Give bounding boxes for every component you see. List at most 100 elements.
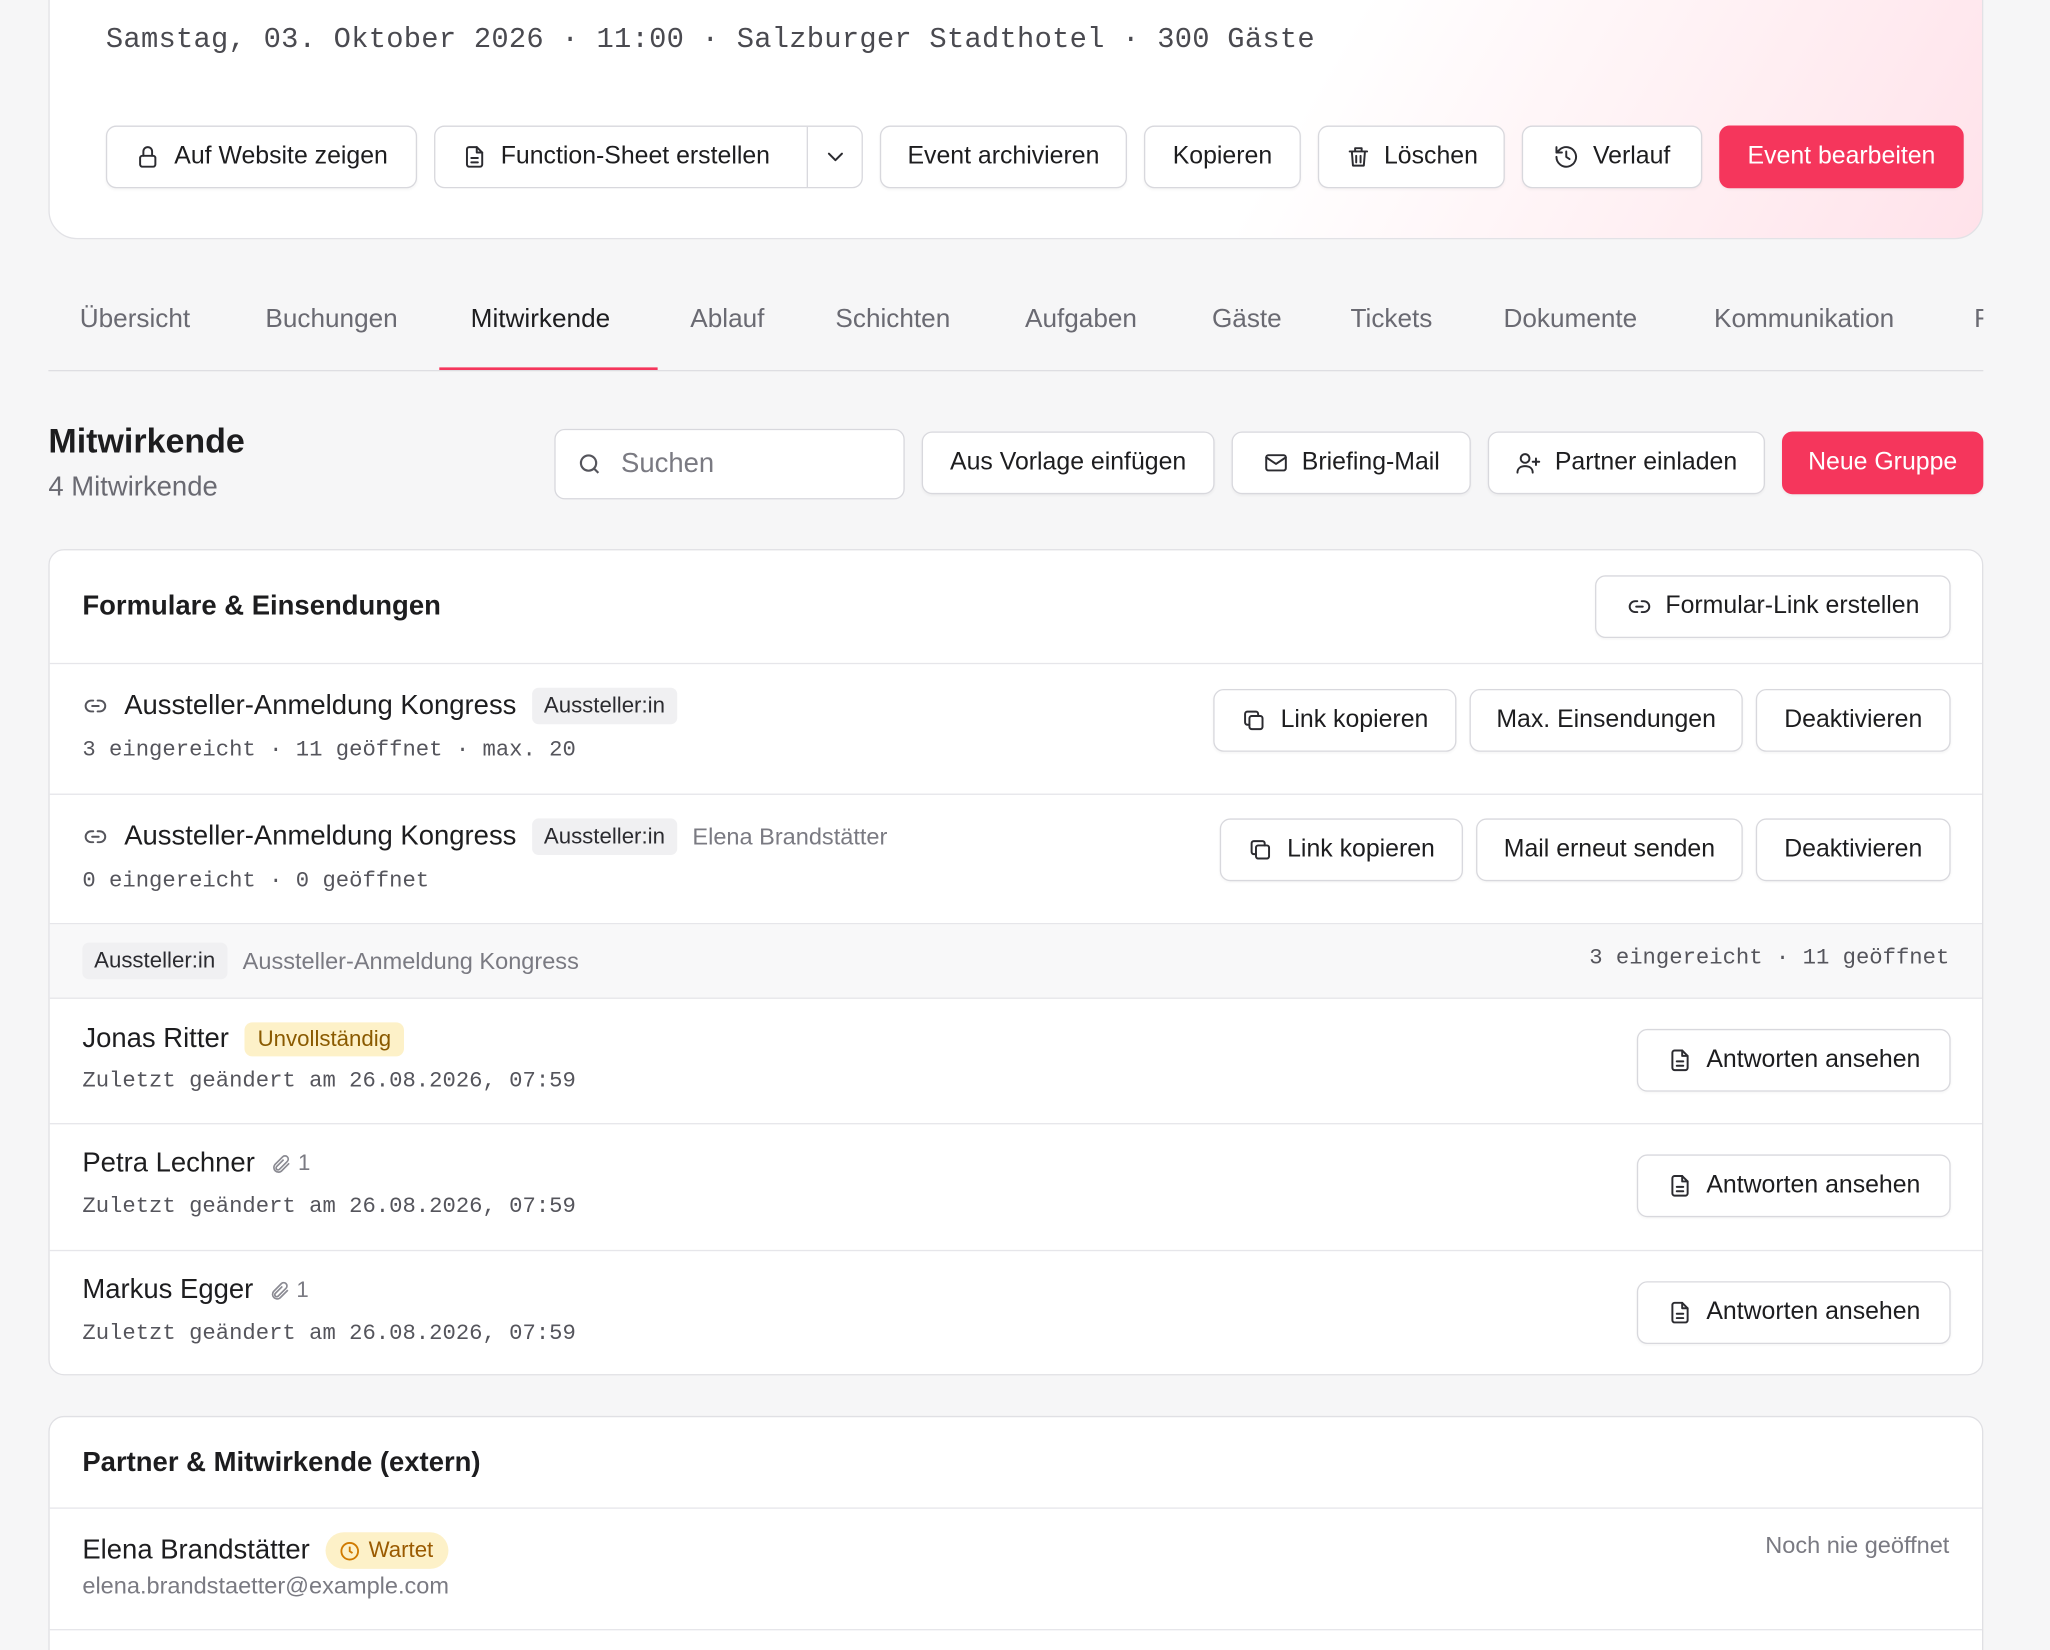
form-link-assignee: Elena Brandstätter bbox=[692, 823, 888, 850]
history-button[interactable]: Verlauf bbox=[1521, 125, 1703, 189]
briefing-mail-button[interactable]: Briefing-Mail bbox=[1231, 431, 1471, 495]
copy-icon bbox=[1251, 840, 1271, 860]
submitter-name: Markus Egger bbox=[82, 1274, 254, 1305]
attachment-count-value: 1 bbox=[297, 1150, 311, 1176]
new-group-button[interactable]: Neue Gruppe bbox=[1781, 431, 1984, 495]
function-sheet-label: Function-Sheet erstellen bbox=[500, 142, 770, 170]
event-meta: Samstag, 03. Oktober 2026 · 11:00 · Salz… bbox=[105, 23, 1315, 57]
form-link-name: Aussteller-Anmeldung Kongress bbox=[124, 821, 517, 852]
role-tag: Aussteller:in bbox=[532, 687, 677, 725]
document-icon bbox=[1671, 1049, 1689, 1072]
tab-more[interactable]: F bbox=[1974, 305, 1983, 335]
mail-icon bbox=[1264, 454, 1287, 472]
clock-icon bbox=[340, 1541, 359, 1560]
deactivate-label: Deaktivieren bbox=[1784, 705, 1923, 734]
tab-dokumente[interactable]: Dokumente bbox=[1504, 305, 1638, 335]
max-submissions-label: Max. Einsendungen bbox=[1496, 705, 1716, 734]
function-sheet-button[interactable]: Function-Sheet erstellen bbox=[435, 127, 807, 187]
edit-event-button[interactable]: Event bearbeiten bbox=[1719, 125, 1964, 189]
submitter-name: Petra Lechner bbox=[82, 1147, 255, 1178]
tab-gaeste[interactable]: Gäste bbox=[1212, 305, 1282, 335]
deactivate-button[interactable]: Deaktivieren bbox=[1755, 818, 1951, 882]
resend-mail-label: Mail erneut senden bbox=[1503, 835, 1716, 863]
tab-aufgaben[interactable]: Aufgaben bbox=[1025, 305, 1137, 335]
archive-event-button[interactable]: Event archivieren bbox=[879, 125, 1127, 189]
delete-event-button[interactable]: Löschen bbox=[1317, 125, 1505, 189]
submission-line: Petra Lechner 1 bbox=[82, 1148, 310, 1179]
form-link-stats: 3 eingereicht · 11 geöffnet · max. 20 bbox=[82, 738, 576, 764]
submission-row: Petra Lechner 1 Zuletzt geändert am 26.0… bbox=[49, 1124, 1983, 1252]
submission-line: Jonas Ritter Unvollständig bbox=[82, 1022, 405, 1057]
from-template-button[interactable]: Aus Vorlage einfügen bbox=[921, 431, 1215, 495]
create-form-link-label: Formular-Link erstellen bbox=[1665, 592, 1920, 620]
copy-link-label: Link kopieren bbox=[1287, 835, 1435, 863]
submission-row: Markus Egger 1 Zuletzt geändert am 26.08… bbox=[50, 1251, 1982, 1374]
copy-event-button[interactable]: Kopieren bbox=[1143, 125, 1301, 189]
show-on-website-button[interactable]: Auf Website zeigen bbox=[105, 125, 418, 189]
submission-changed: Zuletzt geändert am 26.08.2026, 07:59 bbox=[82, 1194, 576, 1220]
view-answers-label: Antworten ansehen bbox=[1706, 1171, 1921, 1199]
history-label: Verlauf bbox=[1592, 142, 1671, 170]
partner-row[interactable]: Elena Brandstätter Wartet elena.brandsta… bbox=[49, 1509, 1983, 1631]
max-submissions-button[interactable]: Max. Einsendungen bbox=[1469, 688, 1743, 752]
group-line: Aussteller:in Aussteller-Anmeldung Kongr… bbox=[82, 942, 579, 980]
form-link-line: Aussteller-Anmeldung Kongress Aussteller… bbox=[82, 818, 888, 856]
tab-ablauf[interactable]: Ablauf bbox=[690, 305, 764, 335]
document-icon bbox=[465, 146, 484, 168]
form-link-name: Aussteller-Anmeldung Kongress bbox=[124, 690, 517, 721]
view-answers-label: Antworten ansehen bbox=[1706, 1298, 1921, 1326]
partner-email: elena.brandstaetter@example.com bbox=[82, 1572, 450, 1599]
view-answers-button[interactable]: Antworten ansehen bbox=[1636, 1281, 1951, 1345]
new-group-label: Neue Gruppe bbox=[1808, 448, 1958, 476]
submission-line: Markus Egger 1 bbox=[82, 1275, 308, 1306]
link-icon bbox=[1628, 600, 1650, 614]
partners-card-title: Partner & Mitwirkende (extern) bbox=[82, 1447, 481, 1478]
search-input[interactable] bbox=[621, 448, 883, 480]
section-title: Mitwirkende bbox=[48, 420, 245, 461]
invite-partner-button[interactable]: Partner einladen bbox=[1487, 431, 1765, 495]
forms-card: Formulare & Einsendungen Formular-Link e… bbox=[48, 549, 1984, 1376]
copy-link-button[interactable]: Link kopieren bbox=[1219, 818, 1463, 882]
link-icon bbox=[84, 699, 107, 713]
from-template-label: Aus Vorlage einfügen bbox=[950, 448, 1187, 476]
section-count: 4 Mitwirkende bbox=[48, 471, 218, 503]
partners-card-header: Partner & Mitwirkende (extern) bbox=[49, 1417, 1983, 1509]
active-tab-indicator bbox=[439, 367, 658, 370]
incomplete-badge: Unvollständig bbox=[244, 1022, 405, 1057]
create-form-link-button[interactable]: Formular-Link erstellen bbox=[1595, 575, 1951, 639]
trash-icon bbox=[1348, 147, 1368, 167]
document-icon bbox=[1671, 1175, 1689, 1197]
paperclip-icon bbox=[272, 1154, 290, 1173]
form-link-stats: 0 eingereicht · 0 geöffnet bbox=[82, 869, 430, 895]
tab-tickets[interactable]: Tickets bbox=[1351, 305, 1433, 335]
function-sheet-dropdown[interactable] bbox=[807, 126, 862, 187]
show-on-website-label: Auf Website zeigen bbox=[174, 142, 388, 170]
tab-buchungen[interactable]: Buchungen bbox=[265, 305, 397, 335]
paperclip-icon bbox=[271, 1281, 289, 1300]
view-answers-button[interactable]: Antworten ansehen bbox=[1636, 1154, 1951, 1218]
resend-mail-button[interactable]: Mail erneut senden bbox=[1476, 818, 1743, 882]
copy-icon bbox=[1244, 710, 1265, 731]
view-answers-button[interactable]: Antworten ansehen bbox=[1636, 1028, 1951, 1092]
document-icon bbox=[1671, 1301, 1689, 1324]
copy-link-button[interactable]: Link kopieren bbox=[1213, 688, 1457, 752]
partner-opened-status: Noch nie geöffnet bbox=[1765, 1532, 1950, 1559]
forms-card-header: Formulare & Einsendungen Formular-Link e… bbox=[49, 550, 1983, 665]
search-field[interactable] bbox=[554, 428, 905, 500]
forms-card-title: Formulare & Einsendungen bbox=[82, 590, 441, 622]
attachment-count: 1 bbox=[271, 1150, 311, 1177]
submission-changed: Zuletzt geändert am 26.08.2026, 07:59 bbox=[82, 1321, 576, 1347]
search-icon bbox=[579, 454, 600, 474]
attachment-count: 1 bbox=[269, 1277, 309, 1303]
tab-uebersicht[interactable]: Übersicht bbox=[80, 305, 190, 335]
submission-changed: Zuletzt geändert am 26.08.2026, 07:59 bbox=[82, 1069, 576, 1095]
lock-icon bbox=[139, 146, 157, 168]
tab-kommunikation[interactable]: Kommunikation bbox=[1714, 305, 1894, 335]
history-icon bbox=[1556, 146, 1578, 168]
role-tag: Aussteller:in bbox=[532, 818, 677, 856]
edit-event-label: Event bearbeiten bbox=[1747, 142, 1936, 170]
deactivate-button[interactable]: Deaktivieren bbox=[1755, 688, 1951, 752]
tab-schichten[interactable]: Schichten bbox=[835, 305, 950, 335]
tab-mitwirkende[interactable]: Mitwirkende bbox=[471, 305, 611, 335]
function-sheet-split-button: Function-Sheet erstellen bbox=[434, 125, 863, 189]
